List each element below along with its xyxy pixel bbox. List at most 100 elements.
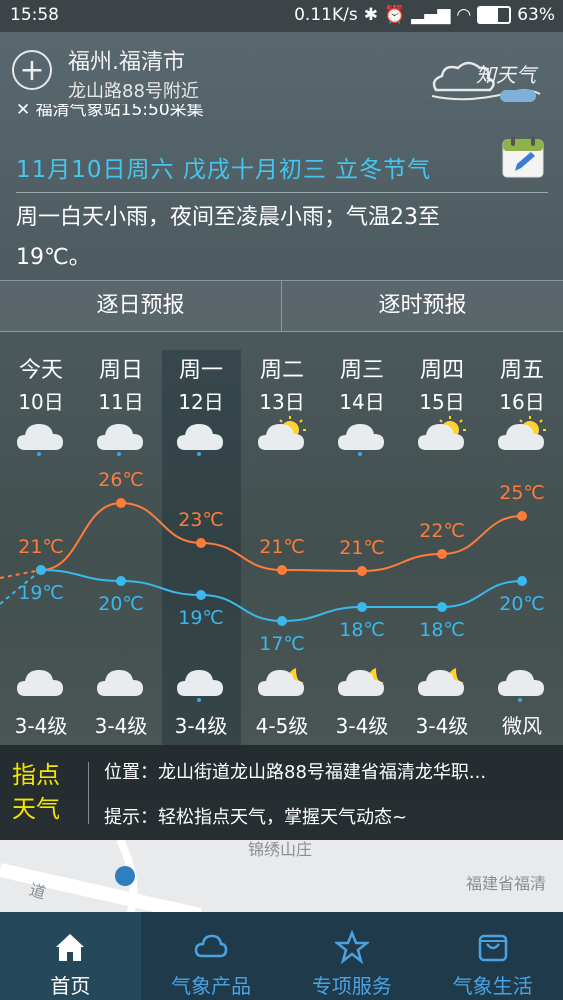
- sun-cloud-icon: [402, 416, 482, 460]
- calendar-edit-icon[interactable]: [500, 134, 546, 180]
- divider: [88, 762, 89, 824]
- nav-home[interactable]: 首页: [0, 912, 141, 1000]
- weather-summary: 周一白天小雨，夜间至凌晨小雨；气温23至19℃。: [16, 205, 440, 270]
- low-temp-point: [357, 602, 367, 612]
- nav-label: 气象生活: [452, 974, 533, 998]
- forecast-tabs: 逐日预报 逐时预报: [0, 280, 563, 332]
- moon-cloud-icon: [402, 662, 482, 706]
- location-header: + 福州.福清市 龙山路88号附近 知天气: [0, 32, 563, 104]
- location-text: 位置：龙山街道龙山路88号福建省福清龙华职...: [104, 762, 487, 783]
- cloud-rain-icon: [81, 416, 161, 460]
- low-temp-point: [36, 565, 46, 575]
- moon-cloud-icon: [322, 662, 402, 706]
- svg-text:知天气: 知天气: [476, 63, 539, 87]
- high-temp-point: [277, 565, 287, 575]
- wind-level: 3-4级: [174, 714, 228, 738]
- low-temp-point: [116, 576, 126, 586]
- cloud-rain-icon: [322, 416, 402, 460]
- badge-line-2: 天气: [12, 795, 60, 823]
- high-temp-point: [357, 566, 367, 576]
- day-name: 周四: [419, 358, 464, 383]
- cloud-icon: [194, 934, 228, 958]
- nav-label: 专项服务: [311, 974, 392, 998]
- wind-level: 4-5级: [255, 714, 309, 738]
- bluetooth-icon: ✱: [363, 5, 378, 25]
- high-temp-point: [517, 511, 527, 521]
- tab-daily[interactable]: 逐日预报: [0, 281, 281, 331]
- moon-cloud-icon: [242, 662, 322, 706]
- wifi-icon: ◠: [456, 5, 472, 25]
- nav-label: 首页: [50, 974, 91, 998]
- cloud-rain-icon: [1, 416, 81, 460]
- day-date: 11日: [98, 390, 144, 414]
- date-line: 11月10日周六 戊戌十月初三 立冬节气: [16, 157, 432, 183]
- cloud-icon: [1, 662, 81, 706]
- high-temp-line: [40, 501, 523, 573]
- nav-services[interactable]: 专项服务: [282, 912, 423, 1000]
- city-name[interactable]: 福州.福清市: [68, 44, 185, 76]
- wind-level: 3-4级: [14, 714, 68, 738]
- high-temp-point: [437, 549, 447, 559]
- nav-label: 气象产品: [171, 974, 252, 998]
- day-name: 周一: [178, 358, 223, 383]
- battery-icon: [477, 6, 512, 24]
- sun-cloud-icon: [482, 416, 562, 460]
- nav-products[interactable]: 气象产品: [141, 912, 282, 1000]
- station-text: 福清气象站15:50采集: [35, 104, 204, 120]
- low-temp-point: [277, 616, 287, 626]
- cloud-rain-icon: [161, 662, 241, 706]
- wind-level: 微风: [502, 714, 542, 738]
- low-temp-point: [437, 602, 447, 612]
- low-temp-lead: [0, 569, 42, 605]
- status-time: 15:58: [10, 5, 59, 25]
- day-name: 周二: [259, 358, 304, 383]
- map-label: 福建省福清: [466, 874, 547, 893]
- bag-icon: [478, 934, 507, 962]
- low-temp-point: [196, 590, 206, 600]
- status-icons: 0.11K/s ✱ ⏰ ▂▄▆ ◠ 63%: [294, 5, 555, 25]
- street-address: 龙山路88号附近: [68, 81, 199, 102]
- battery-level: 63%: [517, 5, 555, 25]
- cloud-rain-icon: [482, 662, 562, 706]
- home-icon: [56, 934, 85, 961]
- signal-icon: ▂▄▆: [411, 5, 451, 25]
- day-date: 16日: [499, 390, 545, 414]
- wind-level: 3-4级: [335, 714, 389, 738]
- star-icon: [334, 930, 369, 964]
- add-city-button[interactable]: +: [12, 50, 52, 90]
- tab-hourly[interactable]: 逐时预报: [281, 281, 563, 331]
- day-name: 周三: [339, 358, 384, 383]
- high-temp-point: [196, 538, 206, 548]
- day-name: 周五: [499, 358, 544, 383]
- wind-level: 3-4级: [94, 714, 148, 738]
- day-date: 15日: [419, 390, 465, 414]
- divider: [16, 192, 548, 193]
- status-bar: 15:58 0.11K/s ✱ ⏰ ▂▄▆ ◠ 63%: [0, 0, 563, 32]
- low-temp-line: [40, 569, 523, 623]
- sun-cloud-icon: [242, 416, 322, 460]
- day-date: 12日: [178, 390, 224, 414]
- cloud-rain-icon: [161, 416, 241, 460]
- high-temp-lead: [0, 569, 42, 579]
- day-name: 周日: [98, 358, 143, 383]
- map-view[interactable]: 锦绣山庄 福建省福清 道: [0, 840, 563, 915]
- day-date: 13日: [259, 390, 305, 414]
- high-temp-point: [116, 498, 126, 508]
- day-date: 14日: [339, 390, 385, 414]
- network-speed: 0.11K/s: [294, 5, 358, 25]
- wind-level: 3-4级: [415, 714, 469, 738]
- day-name: 今天: [18, 358, 63, 383]
- nav-life[interactable]: 气象生活: [422, 912, 563, 1000]
- satellite-icon: ✕: [16, 104, 36, 120]
- point-weather-badge[interactable]: 指点 天气: [12, 758, 60, 826]
- tip-text: 提示：轻松指点天气，掌握天气动态~: [104, 807, 408, 828]
- day-date: 10日: [18, 390, 64, 414]
- badge-line-1: 指点: [12, 761, 60, 789]
- app-logo-icon: 知天气: [431, 61, 541, 102]
- alarm-icon: ⏰: [383, 5, 406, 25]
- bottom-nav: 首页 气象产品 专项服务 气象生活: [0, 912, 563, 1000]
- low-temp-point: [517, 576, 527, 586]
- station-update: ✕ 福清气象站15:50采集: [16, 104, 204, 120]
- map-label: 锦绣山庄: [248, 840, 313, 859]
- temperature-chart: [0, 498, 527, 626]
